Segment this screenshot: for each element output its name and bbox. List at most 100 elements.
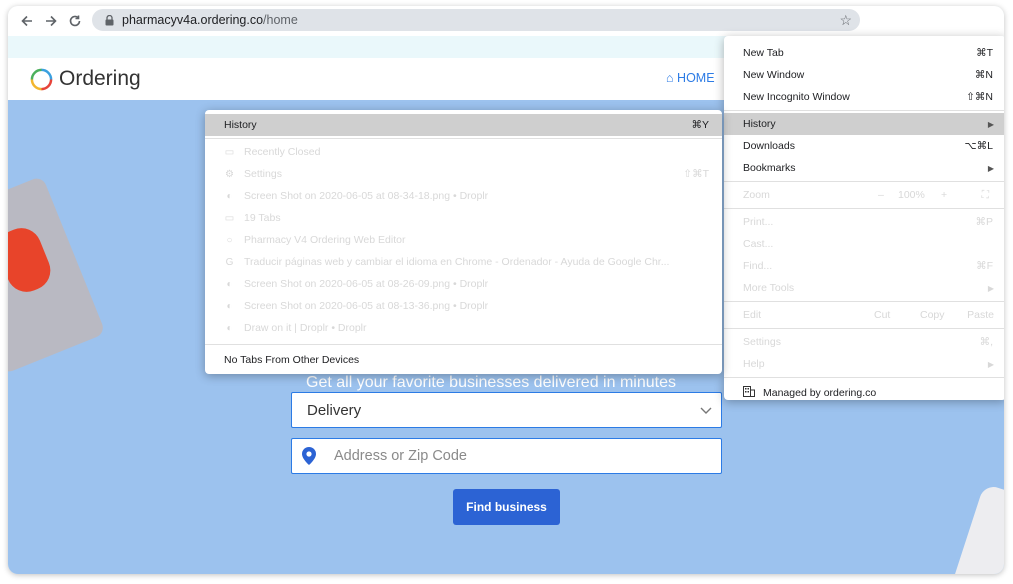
history-item-label: Screen Shot on 2020-06-05 at 08-34-18.pn… — [244, 190, 489, 202]
menu-downloads-label: Downloads — [743, 140, 795, 152]
browser-toolbar: pharmacyv4a.ordering.co/home ☆ — [8, 6, 1004, 36]
menu-help-label: Help — [743, 358, 765, 370]
zoom-in-button[interactable]: + — [941, 189, 947, 201]
menu-divider — [205, 138, 722, 139]
history-item[interactable]: ▭ 19 Tabs — [205, 207, 722, 229]
history-item[interactable]: ○ Pharmacy V4 Ordering Web Editor — [205, 229, 722, 251]
history-item[interactable]: ⚙ Settings ⇧⌘T — [205, 163, 722, 185]
address-bar[interactable]: pharmacyv4a.ordering.co/home ☆ — [92, 9, 860, 31]
menu-zoom-label: Zoom — [743, 189, 770, 201]
history-item-label: Settings — [244, 168, 282, 180]
history-other-devices-label: No Tabs From Other Devices — [224, 354, 360, 366]
history-item[interactable]: ◐ Screen Shot on 2020-06-05 at 08-26-09.… — [205, 273, 722, 295]
menu-edit-label: Edit — [743, 309, 762, 321]
browser-window: pharmacyv4a.ordering.co/home ☆ Ordering … — [8, 6, 1004, 574]
gear-icon: ⚙ — [225, 168, 234, 180]
menu-downloads-shortcut: ⌥⌘L — [964, 140, 993, 152]
nav-home-link[interactable]: ⌂ HOME — [666, 71, 715, 85]
history-item[interactable]: ◐ Screen Shot on 2020-06-05 at 08-34-18.… — [205, 185, 722, 207]
submenu-arrow-icon: ▶ — [987, 359, 994, 369]
history-item[interactable]: ◐ Draw on it | Droplr • Droplr — [205, 317, 722, 339]
back-button[interactable] — [16, 10, 38, 32]
zoom-level: 100% — [898, 189, 925, 201]
site-logo[interactable]: Ordering — [30, 67, 141, 91]
submenu-arrow-icon: ▶ — [987, 283, 994, 293]
menu-history[interactable]: History ▶ — [724, 113, 1004, 135]
location-pin-icon — [302, 447, 316, 465]
menu-find[interactable]: Find... ⌘F — [724, 255, 1004, 277]
bookmark-star-icon[interactable]: ☆ — [839, 12, 852, 29]
menu-help[interactable]: Help ▶ — [724, 353, 1004, 375]
fullscreen-icon[interactable]: ⛶ — [982, 189, 989, 202]
menu-managed-label: Managed by ordering.co — [763, 387, 877, 399]
address-field[interactable] — [291, 438, 722, 474]
history-item[interactable]: G Traducir páginas web y cambiar el idio… — [205, 251, 722, 273]
history-item-label: Traducir páginas web y cambiar el idioma… — [244, 256, 670, 268]
history-item-label: Draw on it | Droplr • Droplr — [244, 322, 367, 334]
history-item[interactable]: ▭ Recently Closed — [205, 141, 722, 163]
menu-more-tools[interactable]: More Tools ▶ — [724, 277, 1004, 299]
find-business-button[interactable]: Find business — [453, 489, 560, 525]
menu-new-incognito[interactable]: New Incognito Window ⇧⌘N — [724, 86, 1004, 108]
menu-new-tab-shortcut: ⌘T — [976, 47, 993, 59]
menu-new-window[interactable]: New Window ⌘N — [724, 64, 1004, 86]
droplr-icon: ◐ — [226, 190, 233, 202]
menu-settings-shortcut: ⌘, — [979, 336, 993, 348]
edit-copy-button[interactable]: Copy — [920, 309, 945, 321]
edit-cut-button[interactable]: Cut — [874, 309, 890, 321]
menu-divider — [724, 208, 1004, 209]
forward-arrow-icon — [46, 15, 57, 27]
history-other-devices[interactable]: No Tabs From Other Devices — [205, 347, 722, 373]
url-domain: pharmacyv4a.ordering.co — [122, 13, 264, 27]
menu-bookmarks-label: Bookmarks — [743, 162, 796, 174]
ordering-icon: ○ — [226, 234, 233, 246]
menu-managed[interactable]: Managed by ordering.co — [724, 380, 1004, 406]
menu-cast[interactable]: Cast... — [724, 233, 1004, 255]
google-icon: G — [225, 256, 234, 268]
menu-downloads[interactable]: Downloads ⌥⌘L — [724, 135, 1004, 157]
history-item-label: Screen Shot on 2020-06-05 at 08-26-09.pn… — [244, 278, 489, 290]
folder-icon: ▭ — [224, 146, 235, 158]
url-text: pharmacyv4a.ordering.co/home — [122, 13, 298, 27]
menu-bookmarks[interactable]: Bookmarks ▶ — [724, 157, 1004, 179]
history-header[interactable]: History ⌘Y — [205, 114, 722, 136]
ordering-logo-icon — [30, 68, 53, 90]
reload-button[interactable] — [64, 10, 86, 32]
history-item-label: 19 Tabs — [244, 212, 281, 224]
zoom-out-button[interactable]: – — [878, 189, 884, 201]
menu-print[interactable]: Print... ⌘P — [724, 211, 1004, 233]
menu-new-incognito-label: New Incognito Window — [743, 91, 850, 103]
menu-divider — [724, 110, 1004, 111]
droplr-icon: ◐ — [226, 300, 233, 312]
menu-edit[interactable]: Edit Cut Copy Paste — [724, 304, 1004, 326]
menu-print-shortcut: ⌘P — [975, 216, 993, 228]
history-item-label: Screen Shot on 2020-06-05 at 08-13-36.pn… — [244, 300, 489, 312]
edit-paste-button[interactable]: Paste — [967, 309, 994, 321]
address-input[interactable] — [332, 447, 696, 465]
menu-zoom[interactable]: Zoom – 100% + ⛶ — [724, 184, 1004, 206]
order-type-value: Delivery — [307, 401, 362, 419]
pack-image-right — [950, 483, 1004, 574]
nav-home-label: HOME — [677, 71, 715, 85]
chrome-menu: New Tab ⌘T New Window ⌘N New Incognito W… — [724, 36, 1004, 400]
menu-settings[interactable]: Settings ⌘, — [724, 331, 1004, 353]
history-header-label: History — [224, 119, 257, 131]
order-type-select[interactable]: Delivery — [291, 392, 722, 428]
building-icon — [743, 386, 755, 400]
menu-new-window-shortcut: ⌘N — [974, 69, 993, 81]
url-path: /home — [263, 13, 298, 27]
menu-cast-label: Cast... — [743, 238, 774, 250]
menu-history-label: History — [743, 118, 776, 130]
droplr-icon: ◐ — [226, 322, 233, 334]
forward-button[interactable] — [40, 10, 62, 32]
menu-new-tab[interactable]: New Tab ⌘T — [724, 42, 1004, 64]
menu-divider — [724, 181, 1004, 182]
history-item-label: Recently Closed — [244, 146, 321, 158]
droplr-icon: ◐ — [226, 278, 233, 290]
chevron-down-icon — [700, 407, 712, 414]
menu-new-incognito-shortcut: ⇧⌘N — [966, 91, 993, 103]
history-item[interactable]: ◐ Screen Shot on 2020-06-05 at 08-13-36.… — [205, 295, 722, 317]
history-item-label: Pharmacy V4 Ordering Web Editor — [244, 234, 406, 246]
menu-divider — [205, 344, 722, 345]
folder-icon: ▭ — [224, 212, 235, 224]
